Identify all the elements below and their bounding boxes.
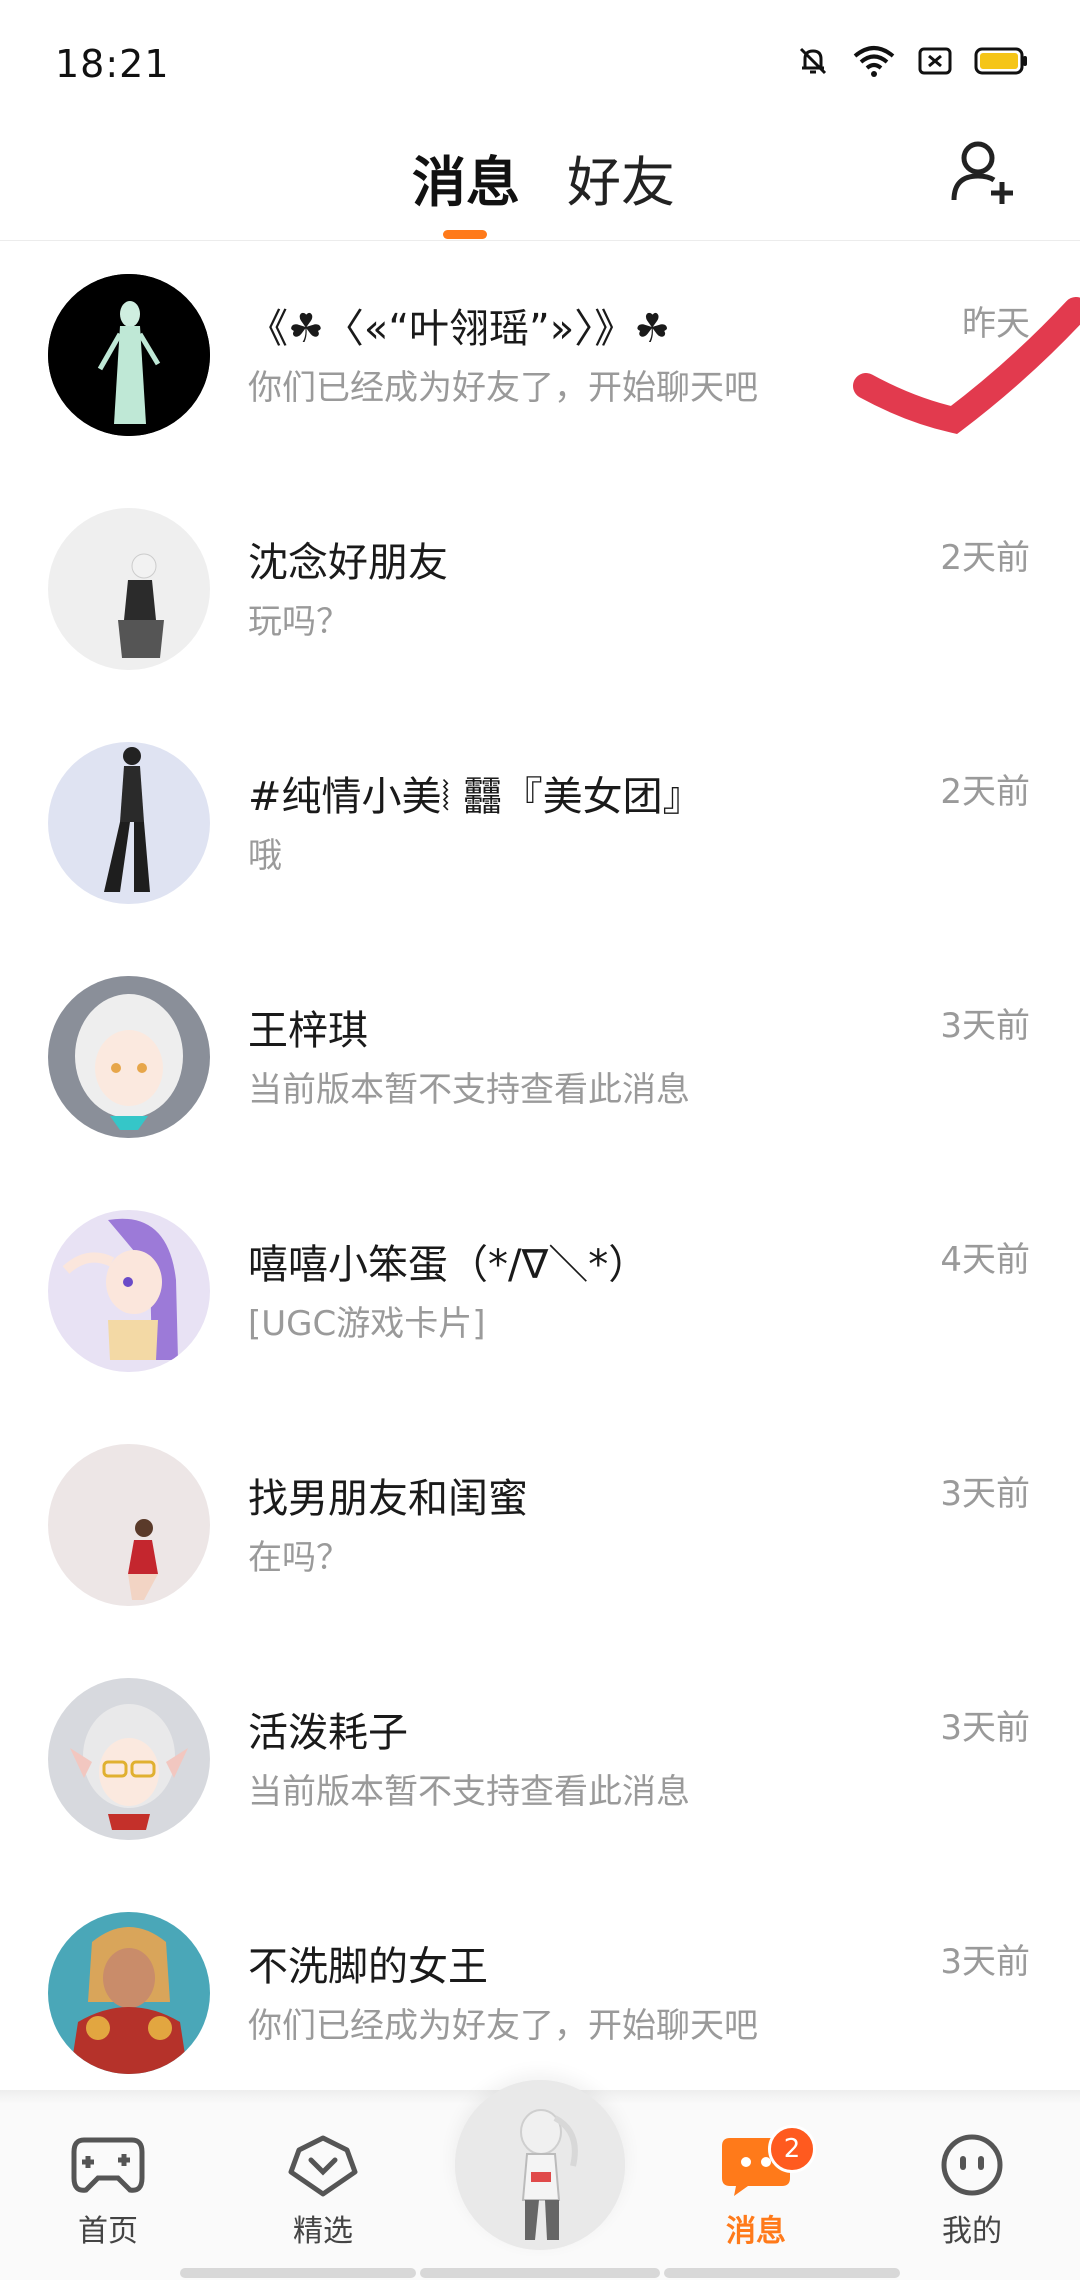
avatar [48, 976, 210, 1138]
conversation-row[interactable]: 找男朋友和闺蜜 在吗？ 3天前 [0, 1410, 1080, 1644]
gamepad-icon [71, 2137, 145, 2193]
heart-badge-icon [288, 2135, 358, 2197]
battery-icon [974, 47, 1027, 75]
message-time: 4天前 [940, 1240, 1030, 1280]
nav-label: 精选 [293, 2214, 353, 2249]
conversation-row[interactable]: 沈念好朋友 玩吗？ 2天前 [0, 474, 1080, 708]
message-time: 3天前 [940, 1474, 1030, 1514]
message-preview: 你们已经成为好友了，开始聊天吧 [248, 368, 758, 408]
character-avatar-icon[interactable] [455, 2080, 625, 2250]
avatar [48, 1912, 210, 2074]
avatar [48, 274, 210, 436]
contact-name: #纯情小美⦚ 䨻『美女团』 [248, 774, 703, 820]
nav-featured[interactable]: 精选 [253, 2132, 393, 2250]
tab-friends[interactable]: 好友 [567, 138, 675, 217]
unread-badge: 2 [768, 2125, 816, 2173]
contact-name: 嘻嘻小笨蛋（*/∇＼*） [248, 1242, 649, 1288]
contact-name: 王梓琪 [248, 1008, 368, 1054]
tab-messages[interactable]: 消息 [412, 138, 520, 217]
message-preview: 当前版本暂不支持查看此消息 [248, 1772, 690, 1812]
nav-label: 消息 [726, 2214, 786, 2249]
message-preview: 你们已经成为好友了，开始聊天吧 [248, 2006, 758, 2046]
nav-me[interactable]: 我的 [902, 2132, 1042, 2250]
message-time: 2天前 [940, 772, 1030, 812]
message-time: 3天前 [940, 1708, 1030, 1748]
avatar [48, 742, 210, 904]
avatar [48, 508, 210, 670]
message-time: 3天前 [940, 1942, 1030, 1982]
conversation-row[interactable]: 活泼耗子 当前版本暂不支持查看此消息 3天前 [0, 1644, 1080, 1878]
mute-bell-icon [799, 47, 827, 75]
sim-icon [918, 47, 952, 75]
conversation-row[interactable]: 不洗脚的女王 你们已经成为好友了，开始聊天吧 3天前 [0, 1878, 1080, 2112]
message-preview: 在吗？ [248, 1538, 350, 1578]
home-indicator [420, 2268, 660, 2278]
message-preview: 当前版本暂不支持查看此消息 [248, 1070, 690, 1110]
message-time: 2天前 [940, 538, 1030, 578]
nav-home[interactable]: 首页 [38, 2132, 178, 2250]
status-icons [796, 44, 1028, 78]
status-bar: 18:21 [0, 0, 1080, 120]
conversation-row[interactable]: 王梓琪 当前版本暂不支持查看此消息 3天前 [0, 942, 1080, 1176]
contact-name: 活泼耗子 [248, 1710, 408, 1756]
contact-name: 沈念好朋友 [248, 540, 448, 586]
active-tab-indicator [443, 230, 487, 239]
avatar [48, 1678, 210, 1840]
face-icon [941, 2134, 1003, 2196]
home-indicator [664, 2268, 900, 2278]
contact-name: 不洗脚的女王 [248, 1944, 488, 1990]
wifi-icon [853, 46, 895, 77]
message-time: 3天前 [940, 1006, 1030, 1046]
conversation-row[interactable]: 嘻嘻小笨蛋（*/∇＼*） [UGC游戏卡片] 4天前 [0, 1176, 1080, 1410]
avatar [48, 1210, 210, 1372]
checkmark-doodle [853, 297, 1080, 435]
message-preview: 哦 [248, 836, 282, 876]
header: 消息 好友 [0, 120, 1080, 241]
contact-name: 找男朋友和闺蜜 [248, 1476, 528, 1522]
nav-label: 我的 [942, 2214, 1002, 2249]
message-preview: 玩吗？ [248, 602, 350, 642]
contact-name: 《☘〈«“叶翎瑶”»〉》☘ [248, 306, 671, 352]
message-preview: [UGC游戏卡片] [248, 1304, 486, 1344]
add-friend-icon[interactable] [948, 136, 1020, 208]
nav-label: 首页 [78, 2214, 138, 2249]
conversation-row[interactable]: #纯情小美⦚ 䨻『美女团』 哦 2天前 [0, 708, 1080, 942]
status-time: 18:21 [55, 42, 170, 86]
avatar [48, 1444, 210, 1606]
home-indicator [180, 2268, 416, 2278]
